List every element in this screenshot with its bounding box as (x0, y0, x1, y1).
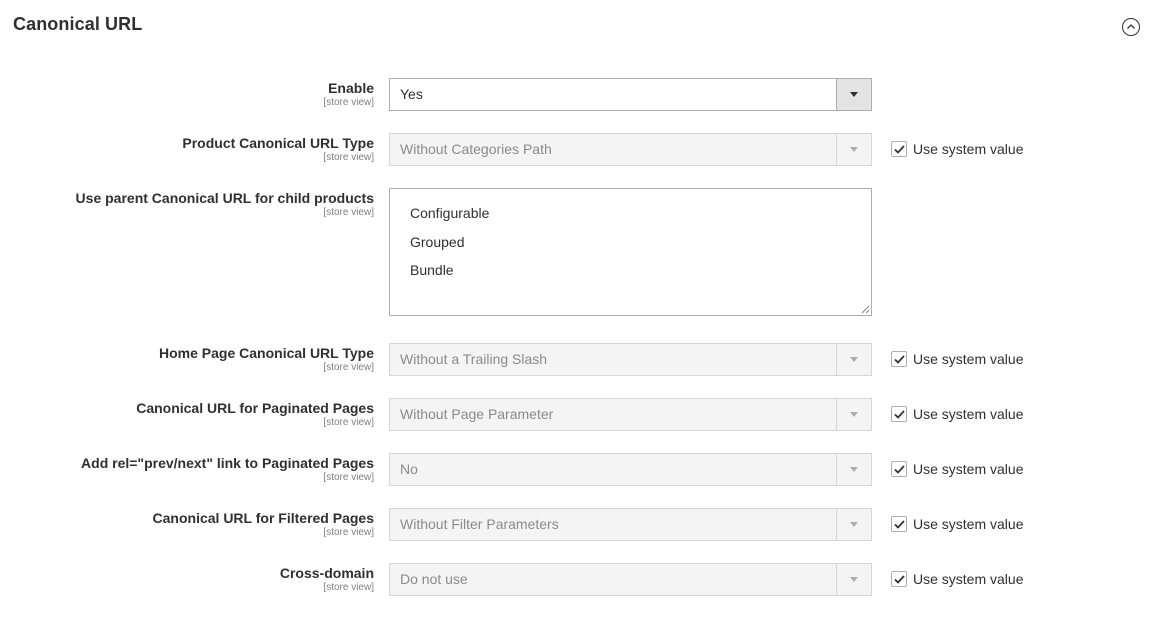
field-label: Enable (328, 80, 374, 96)
checkmark-icon (893, 519, 905, 529)
checkbox-label: Use system value (913, 461, 1024, 477)
select-value: Yes (400, 86, 423, 102)
enable-select[interactable]: Yes (389, 78, 872, 111)
field-label: Cross-domain (279, 565, 374, 581)
dropdown-toggle[interactable] (836, 509, 871, 540)
parent-child-multiselect[interactable]: Configurable Grouped Bundle (389, 188, 872, 316)
use-system-value-filtered[interactable]: Use system value (891, 516, 1023, 532)
scope-label: [store view] (323, 527, 374, 538)
field-label: Product Canonical URL Type (182, 135, 374, 151)
caret-down-icon (850, 412, 858, 417)
dropdown-toggle[interactable] (836, 79, 871, 110)
select-value: Without a Trailing Slash (400, 351, 548, 367)
prev-next-select[interactable]: No (389, 453, 872, 486)
checkmark-icon (893, 144, 905, 154)
resize-grip-icon[interactable] (861, 305, 870, 314)
dropdown-toggle[interactable] (836, 344, 871, 375)
select-value: Without Categories Path (400, 141, 552, 157)
checkmark-icon (893, 409, 905, 419)
dropdown-toggle[interactable] (836, 134, 871, 165)
checkbox-label: Use system value (913, 406, 1024, 422)
section-title: Canonical URL (13, 14, 143, 34)
checkmark-icon (893, 464, 905, 474)
checkbox-label: Use system value (913, 351, 1024, 367)
checkbox[interactable] (891, 571, 907, 587)
checkbox[interactable] (891, 141, 907, 157)
caret-down-icon (850, 92, 858, 97)
checkmark-icon (893, 574, 905, 584)
select-value: Without Page Parameter (400, 406, 554, 422)
product-type-select[interactable]: Without Categories Path (389, 133, 872, 166)
field-label: Canonical URL for Paginated Pages (136, 400, 374, 416)
checkbox[interactable] (891, 351, 907, 367)
filtered-select[interactable]: Without Filter Parameters (389, 508, 872, 541)
scope-label: [store view] (323, 362, 374, 373)
scope-label: [store view] (323, 417, 374, 428)
dropdown-toggle[interactable] (836, 454, 871, 485)
collapse-toggle-button[interactable] (1122, 18, 1140, 36)
scope-label: [store view] (323, 97, 374, 108)
multiselect-option[interactable]: Configurable (390, 199, 871, 228)
checkmark-icon (893, 354, 905, 364)
caret-down-icon (850, 467, 858, 472)
multiselect-option[interactable]: Bundle (390, 256, 871, 285)
checkbox[interactable] (891, 461, 907, 477)
use-system-value-home-type[interactable]: Use system value (891, 351, 1023, 367)
field-label: Canonical URL for Filtered Pages (152, 510, 374, 526)
use-system-value-product-type[interactable]: Use system value (891, 141, 1023, 157)
use-system-value-cross-domain[interactable]: Use system value (891, 571, 1023, 587)
checkbox-label: Use system value (913, 516, 1024, 532)
checkbox[interactable] (891, 406, 907, 422)
dropdown-toggle[interactable] (836, 564, 871, 595)
caret-down-icon (850, 147, 858, 152)
caret-down-icon (850, 522, 858, 527)
field-label: Use parent Canonical URL for child produ… (75, 190, 374, 206)
cross-domain-select[interactable]: Do not use (389, 563, 872, 596)
scope-label: [store view] (323, 582, 374, 593)
caret-down-icon (850, 577, 858, 582)
checkbox[interactable] (891, 516, 907, 532)
select-value: Do not use (400, 571, 468, 587)
select-value: Without Filter Parameters (400, 516, 559, 532)
field-label: Add rel="prev/next" link to Paginated Pa… (81, 455, 374, 471)
chevron-up-icon (1127, 24, 1135, 29)
use-system-value-paginated[interactable]: Use system value (891, 406, 1023, 422)
scope-label: [store view] (323, 207, 374, 218)
use-system-value-prev-next[interactable]: Use system value (891, 461, 1023, 477)
checkbox-label: Use system value (913, 141, 1024, 157)
field-label: Home Page Canonical URL Type (159, 345, 374, 361)
select-value: No (400, 461, 418, 477)
scope-label: [store view] (323, 152, 374, 163)
home-type-select[interactable]: Without a Trailing Slash (389, 343, 872, 376)
caret-down-icon (850, 357, 858, 362)
paginated-select[interactable]: Without Page Parameter (389, 398, 872, 431)
multiselect-option[interactable]: Grouped (390, 228, 871, 257)
scope-label: [store view] (323, 472, 374, 483)
checkbox-label: Use system value (913, 571, 1024, 587)
dropdown-toggle[interactable] (836, 399, 871, 430)
